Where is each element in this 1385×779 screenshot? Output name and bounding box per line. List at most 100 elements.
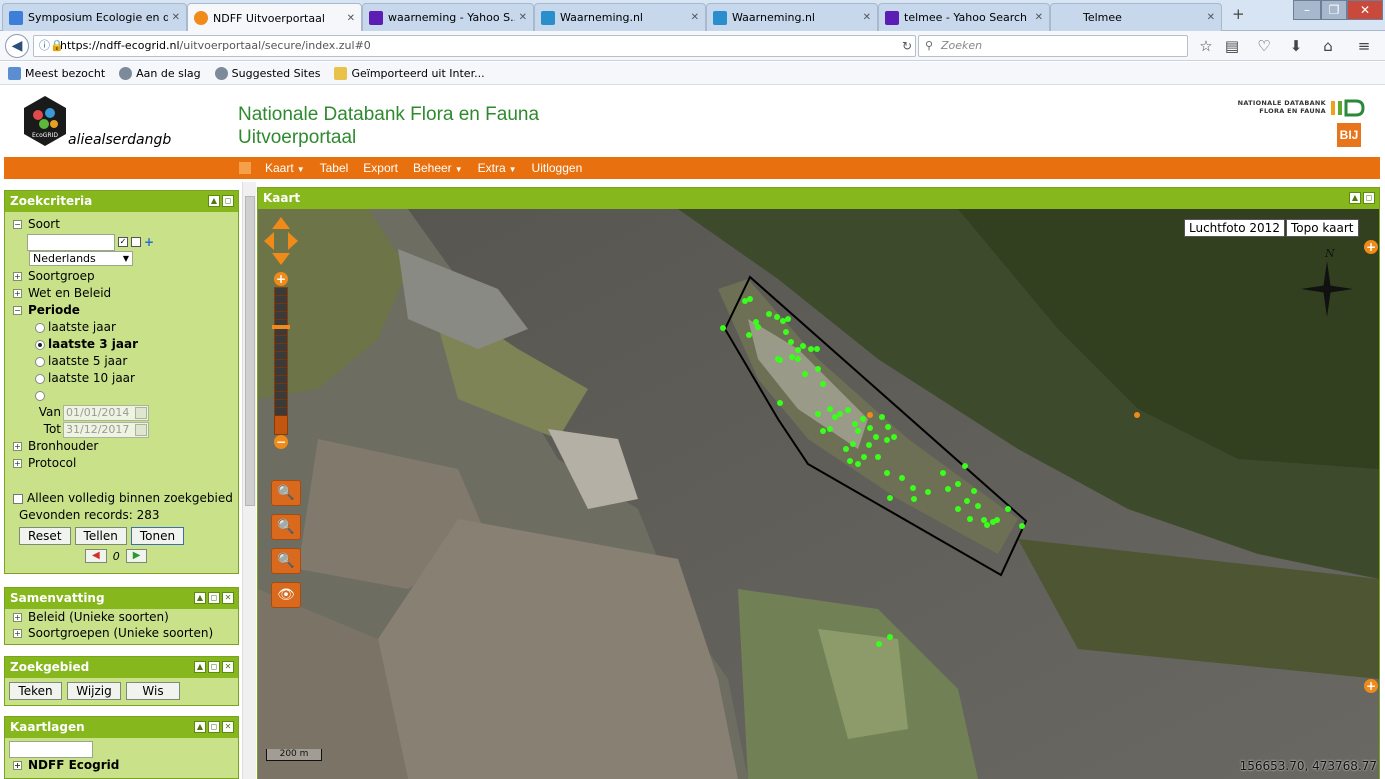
- tonen-button[interactable]: Tonen: [130, 527, 185, 545]
- observation-point[interactable]: [981, 517, 987, 523]
- bookmark-meest-bezocht[interactable]: Meest bezocht: [8, 66, 105, 80]
- reload-icon[interactable]: ↻: [902, 36, 912, 56]
- language-select[interactable]: Nederlands ▼: [29, 251, 133, 266]
- zoom-level-step[interactable]: [275, 384, 287, 392]
- observation-point[interactable]: [820, 428, 826, 434]
- observation-point[interactable]: [876, 641, 882, 647]
- tree-periode[interactable]: − Periode: [5, 302, 238, 319]
- zoom-out-icon[interactable]: −: [274, 435, 288, 449]
- observation-point[interactable]: [795, 356, 801, 362]
- expand-icon[interactable]: +: [13, 442, 22, 451]
- observation-point[interactable]: [945, 486, 951, 492]
- zoom-level-step[interactable]: [275, 304, 287, 312]
- radio-selected[interactable]: [35, 339, 45, 350]
- observation-point[interactable]: [962, 463, 968, 469]
- expand-icon[interactable]: +: [13, 628, 22, 638]
- topo-kaart-button[interactable]: Topo kaart: [1286, 219, 1359, 237]
- back-button[interactable]: ◀: [5, 34, 29, 58]
- eye-icon[interactable]: 👁: [271, 582, 301, 608]
- menu-extra[interactable]: Extra ▼: [478, 161, 517, 175]
- observation-point-selected[interactable]: [1134, 412, 1140, 418]
- observation-point[interactable]: [975, 503, 981, 509]
- kaartlagen-filter-input[interactable]: [9, 741, 93, 758]
- observation-point[interactable]: [955, 481, 961, 487]
- observation-point[interactable]: [887, 634, 893, 640]
- observation-point[interactable]: [837, 411, 843, 417]
- observation-point[interactable]: [815, 366, 821, 372]
- observation-point[interactable]: [755, 324, 761, 330]
- collapse-icon[interactable]: ▲: [208, 195, 220, 207]
- observation-point[interactable]: [747, 296, 753, 302]
- observation-point[interactable]: [925, 489, 931, 495]
- zoom-level-step[interactable]: [275, 400, 287, 408]
- observation-point[interactable]: [1005, 506, 1011, 512]
- download-icon[interactable]: ⬇: [1286, 36, 1306, 56]
- observation-point[interactable]: [808, 346, 814, 352]
- zoom-level-step[interactable]: [275, 296, 287, 304]
- close-icon[interactable]: ✕: [1035, 12, 1043, 23]
- zoom-level-step[interactable]: [275, 312, 287, 320]
- close-icon[interactable]: ✕: [519, 12, 527, 23]
- menu-beheer[interactable]: Beheer ▼: [413, 161, 463, 175]
- tree-bronhouder[interactable]: + Bronhouder: [5, 438, 238, 455]
- observation-point[interactable]: [777, 357, 783, 363]
- expand-icon[interactable]: +: [13, 272, 22, 281]
- home-icon[interactable]: [239, 162, 251, 174]
- zoom-extent-icon[interactable]: 🔍: [271, 514, 301, 540]
- close-icon[interactable]: ✕: [222, 721, 234, 733]
- samenvatting-beleid[interactable]: + Beleid (Unieke soorten): [5, 609, 238, 625]
- pan-control[interactable]: [264, 217, 298, 265]
- close-icon[interactable]: ✕: [347, 13, 355, 24]
- luchtfoto-button[interactable]: Luchtfoto 2012: [1184, 219, 1285, 237]
- observation-point[interactable]: [861, 454, 867, 460]
- observation-point[interactable]: [766, 311, 772, 317]
- bookmark-aan-de-slag[interactable]: Aan de slag: [119, 66, 201, 80]
- observation-point[interactable]: [855, 461, 861, 467]
- previous-page-button[interactable]: ◀: [85, 549, 107, 563]
- close-icon[interactable]: ✕: [863, 12, 871, 23]
- observation-point[interactable]: [884, 470, 890, 476]
- observation-point[interactable]: [795, 347, 801, 353]
- pan-up-arrow[interactable]: [272, 217, 290, 229]
- observation-point[interactable]: [827, 426, 833, 432]
- tree-wet-en-beleid[interactable]: + Wet en Beleid: [5, 285, 238, 302]
- menu-tabel[interactable]: Tabel: [320, 161, 349, 175]
- observation-point[interactable]: [852, 421, 858, 427]
- zoom-level-step[interactable]: [275, 336, 287, 344]
- checkbox[interactable]: [13, 493, 23, 504]
- close-icon[interactable]: ✕: [172, 12, 180, 23]
- observation-point[interactable]: [984, 522, 990, 528]
- calendar-icon[interactable]: [135, 423, 147, 436]
- zoom-level-step[interactable]: [275, 344, 287, 352]
- window-icon[interactable]: ◻: [208, 661, 220, 673]
- kaartlaag-ndff-ecogrid[interactable]: + NDFF Ecogrid: [5, 758, 238, 773]
- collapse-icon[interactable]: ▲: [194, 592, 206, 604]
- collapse-icon[interactable]: −: [13, 306, 22, 315]
- observation-point[interactable]: [832, 414, 838, 420]
- zoom-level-step[interactable]: [275, 288, 287, 296]
- tellen-button[interactable]: Tellen: [74, 527, 127, 545]
- collapse-icon[interactable]: ▲: [194, 721, 206, 733]
- observation-point[interactable]: [774, 314, 780, 320]
- window-icon[interactable]: ◻: [1363, 192, 1375, 204]
- window-icon[interactable]: ◻: [208, 721, 220, 733]
- url-bar[interactable]: ⓘ🔒 https://ndff-ecogrid.nl/uitvoerportaa…: [33, 35, 916, 57]
- observation-point[interactable]: [720, 325, 726, 331]
- period-option-custom[interactable]: [5, 387, 238, 404]
- scrollbar-thumb[interactable]: [245, 196, 255, 506]
- menu-kaart[interactable]: Kaart ▼: [265, 161, 305, 175]
- observation-point[interactable]: [875, 454, 881, 460]
- observation-point[interactable]: [955, 506, 961, 512]
- maximize-button[interactable]: ❐: [1321, 0, 1347, 20]
- observation-point[interactable]: [884, 437, 890, 443]
- window-icon[interactable]: ◻: [222, 195, 234, 207]
- observation-point[interactable]: [899, 475, 905, 481]
- reset-button[interactable]: Reset: [19, 527, 71, 545]
- tree-soortgroep[interactable]: + Soortgroep: [5, 268, 238, 285]
- checkbox[interactable]: [131, 237, 141, 247]
- radio[interactable]: [35, 322, 45, 333]
- zoom-in-icon[interactable]: +: [274, 272, 288, 286]
- close-icon[interactable]: ✕: [1207, 12, 1215, 23]
- menu-export[interactable]: Export: [363, 161, 398, 175]
- checkbox-checked[interactable]: ✓: [118, 237, 128, 247]
